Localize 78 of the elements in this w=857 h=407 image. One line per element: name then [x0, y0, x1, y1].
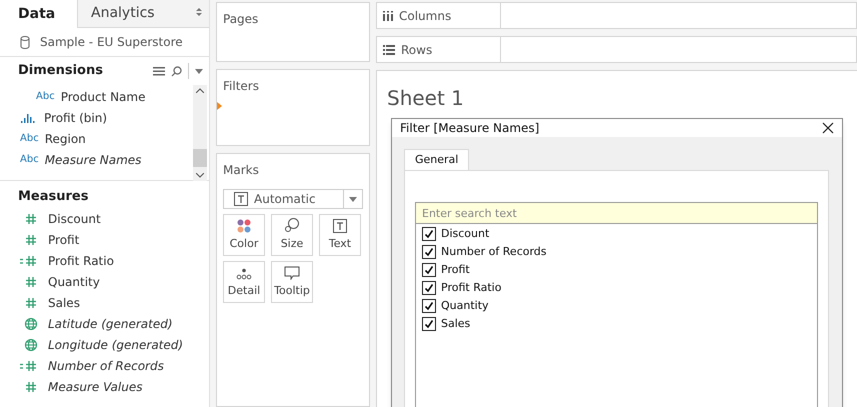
mark-property-button[interactable]: Color — [223, 214, 265, 256]
shelf[interactable]: Rows — [376, 36, 857, 63]
database-icon — [20, 36, 30, 48]
scroll-up-icon[interactable] — [196, 88, 204, 93]
measure-field[interactable]: Longitude (generated) — [48, 336, 184, 354]
search-field[interactable]: Enter search text — [416, 203, 817, 224]
checkbox-label[interactable]: Number of Records — [441, 244, 547, 260]
checkbox-label[interactable]: Discount — [441, 226, 490, 242]
mark-property-button[interactable]: Text — [319, 214, 361, 256]
mark-property-button[interactable]: Detail — [223, 261, 265, 303]
dropdown-caret-icon[interactable] — [195, 68, 203, 74]
color-dots-icon — [237, 218, 251, 232]
dimension-field[interactable]: Region — [44, 130, 86, 148]
measure-field[interactable]: Number of Records — [48, 356, 164, 374]
size-circles-icon — [284, 216, 300, 232]
up-down-arrows-icon — [196, 7, 202, 17]
shelf-label: Columns — [399, 8, 452, 24]
measure-field[interactable]: Profit — [48, 230, 80, 248]
checkbox-label[interactable]: Profit Ratio — [441, 280, 502, 296]
close-icon[interactable] — [822, 122, 834, 134]
dropdown-caret-icon — [349, 196, 357, 202]
dimension-field[interactable]: Product Name — [60, 88, 146, 106]
field-type-label: Abc — [20, 153, 39, 167]
dialog-title: Filter [Measure Names] — [400, 120, 540, 137]
mark-property-button[interactable]: Tooltip — [271, 261, 313, 303]
checkbox-label[interactable]: Quantity — [441, 298, 489, 314]
field-type-label: Abc — [20, 132, 39, 146]
checkbox[interactable] — [422, 245, 436, 259]
shelf-label: Rows — [401, 42, 432, 58]
text-box-icon — [333, 218, 347, 232]
list-view-icon[interactable] — [153, 66, 165, 76]
hash-icon — [24, 380, 38, 392]
checkbox[interactable] — [422, 299, 436, 313]
speech-bubble-icon — [284, 266, 300, 280]
checkbox[interactable] — [422, 263, 436, 277]
detail-dots-icon — [236, 268, 252, 280]
hash-icon — [24, 296, 38, 308]
mark-type-dropdown[interactable]: Automatic — [223, 189, 363, 209]
measure-field[interactable]: Quantity — [48, 272, 100, 290]
text-box-icon — [234, 192, 248, 206]
hash-icon — [24, 234, 38, 246]
drop-marker-icon — [217, 102, 222, 110]
globe-icon — [24, 338, 38, 352]
scrollbar-thumb[interactable] — [193, 149, 207, 167]
dimension-field[interactable]: Profit (bin) — [44, 108, 108, 126]
measure-field[interactable]: Discount — [48, 210, 101, 228]
data-pane-tab[interactable]: Analytics — [77, 0, 209, 28]
hash-icon — [24, 276, 38, 288]
measure-field[interactable]: Measure Values — [48, 378, 142, 396]
card-title: Filters — [223, 79, 259, 93]
data-source-name[interactable]: Sample - EU Superstore — [40, 33, 183, 51]
checkbox[interactable] — [422, 227, 436, 241]
dimension-field[interactable]: Measure Names — [44, 150, 142, 168]
field-type-label: Abc — [36, 90, 55, 104]
calculated-hash-icon — [20, 254, 38, 266]
checkbox[interactable] — [422, 317, 436, 331]
card-title: Marks — [223, 162, 260, 179]
section-title: Measures — [18, 188, 88, 206]
mark-property-button[interactable]: Size — [271, 214, 313, 256]
search-icon[interactable] — [171, 66, 182, 76]
sheet-title: Sheet 1 — [387, 86, 464, 110]
card-title: Pages — [223, 12, 258, 26]
checkbox-label[interactable]: Sales — [441, 316, 470, 332]
shelf[interactable]: Columns — [376, 2, 857, 29]
rows-icon — [383, 44, 395, 54]
scrollbar[interactable] — [193, 85, 207, 181]
measure-field[interactable]: Sales — [48, 294, 80, 312]
dialog-tab[interactable]: General — [404, 149, 470, 170]
section-title: Dimensions — [18, 62, 104, 80]
hash-icon — [24, 212, 38, 224]
measure-field[interactable]: Latitude (generated) — [48, 314, 173, 332]
checkbox[interactable] — [422, 281, 436, 295]
scroll-down-icon[interactable] — [196, 173, 204, 178]
calculated-hash-icon — [20, 360, 38, 372]
columns-icon — [383, 10, 393, 20]
measure-field[interactable]: Profit Ratio — [48, 252, 114, 270]
checkbox-label[interactable]: Profit — [441, 262, 470, 278]
globe-icon — [24, 316, 38, 330]
